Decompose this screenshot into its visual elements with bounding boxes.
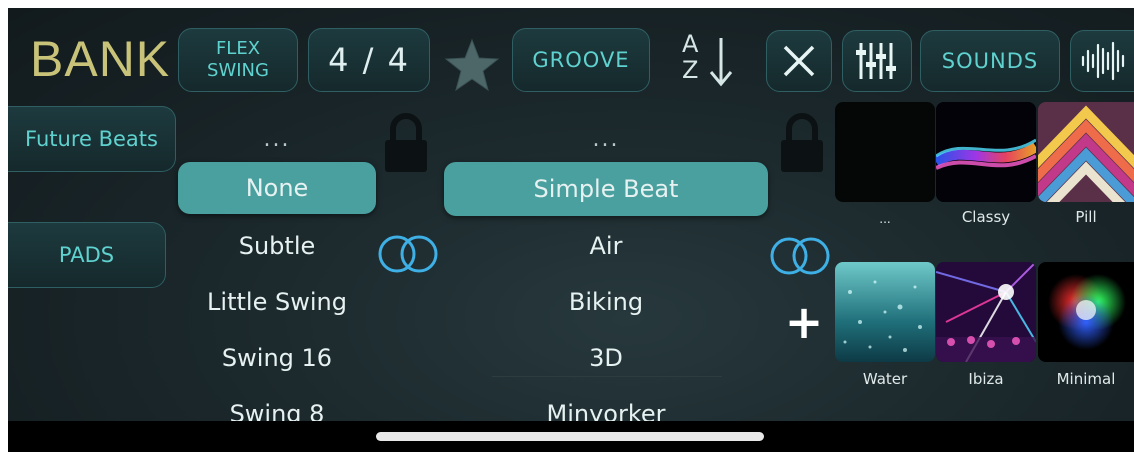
sound-label-empty: ... [879, 212, 891, 226]
light-streak-icon [936, 102, 1036, 202]
groove-list-ellipsis[interactable]: ... [444, 120, 768, 160]
swing-list-ellipsis[interactable]: ... [178, 120, 376, 160]
sound-thumb-classy[interactable] [936, 102, 1036, 202]
mixer-button[interactable] [842, 30, 912, 92]
home-indicator-bar[interactable] [376, 432, 764, 441]
swing-lock-icon[interactable] [382, 112, 430, 174]
swing-item-none[interactable]: None [178, 168, 376, 208]
sound-thumb-water[interactable] [835, 262, 935, 362]
groove-item-biking[interactable]: Biking [444, 282, 768, 322]
close-button[interactable] [766, 30, 832, 92]
sounds-button[interactable]: SOUNDS [920, 30, 1060, 92]
swing-item-subtle[interactable]: Subtle [178, 226, 376, 266]
swing-list[interactable]: ... None Subtle Little Swing Swing 16 Sw… [178, 118, 376, 428]
star-icon[interactable] [444, 38, 500, 92]
swing-link-icon[interactable] [376, 232, 442, 276]
swing-item-swing-16[interactable]: Swing 16 [178, 338, 376, 378]
sort-az-button[interactable]: A Z [680, 32, 740, 92]
sort-arrow-icon [709, 38, 733, 87]
home-indicator-area [8, 421, 1134, 452]
swing-item-little-swing[interactable]: Little Swing [178, 282, 376, 322]
groove-button[interactable]: GROOVE [512, 28, 650, 92]
flex-swing-button[interactable]: FLEX SWING [178, 28, 298, 92]
sound-label-minimal: Minimal [1056, 370, 1116, 388]
close-icon [783, 45, 815, 77]
waveform-icon [1081, 41, 1124, 81]
bank-title: BANK [30, 31, 171, 87]
chevron-stripes-icon [1038, 102, 1134, 202]
sound-label-classy: Classy [961, 208, 1011, 226]
time-signature-button[interactable]: 4 / 4 [308, 28, 430, 92]
groove-lock-icon[interactable] [778, 112, 826, 174]
groove-list[interactable]: ... Simple Beat Air Biking 3D Minyorker [444, 118, 768, 428]
sort-letter-z: Z [682, 56, 699, 84]
sound-label-water: Water [862, 370, 908, 388]
pads-button[interactable]: PADS [8, 222, 166, 288]
app-screen: BANK FLEX SWING 4 / 4 GROOVE A Z SOUNDS … [8, 8, 1134, 452]
add-sound-button[interactable]: + [782, 299, 826, 346]
groove-divider [492, 376, 722, 377]
sound-thumb-minimal[interactable] [1038, 262, 1134, 362]
bank-selector-button[interactable]: Future Beats [8, 106, 176, 172]
club-lights-icon [936, 262, 1036, 362]
water-bubbles-icon [843, 280, 922, 352]
mixer-sliders-icon [856, 43, 896, 79]
groove-item-simple-beat[interactable]: Simple Beat [444, 169, 768, 209]
groove-item-air[interactable]: Air [444, 226, 768, 266]
sound-label-ibiza: Ibiza [968, 370, 1004, 388]
sound-thumb-pill[interactable] [1038, 102, 1134, 202]
groove-item-3d[interactable]: 3D [444, 338, 768, 378]
sound-label-pill: Pill [1075, 208, 1097, 226]
sound-thumb-empty[interactable] [835, 102, 935, 202]
waveform-button[interactable] [1070, 30, 1134, 92]
rgb-circles-icon [1038, 262, 1134, 362]
groove-link-icon[interactable] [768, 234, 834, 278]
sound-thumb-ibiza[interactable] [936, 262, 1036, 362]
sort-letter-a: A [682, 30, 699, 58]
